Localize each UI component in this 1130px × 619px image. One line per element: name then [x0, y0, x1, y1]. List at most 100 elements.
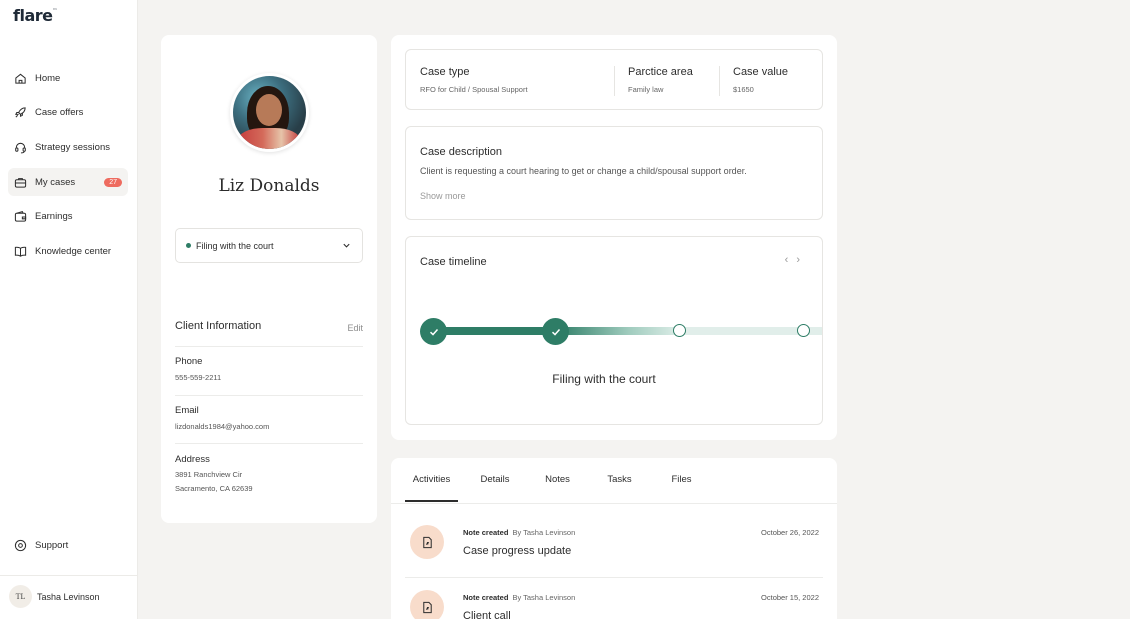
support-icon — [13, 538, 27, 552]
timeline-step-pending[interactable] — [673, 324, 686, 337]
cases-count-badge: 27 — [104, 177, 122, 187]
timeline-step-pending[interactable] — [797, 324, 810, 337]
case-description-title: Case description — [420, 146, 502, 158]
client-name: Liz Donalds — [218, 176, 320, 196]
edit-client-info-link[interactable]: Edit — [347, 323, 363, 333]
tab-details[interactable]: Details — [458, 474, 532, 485]
divider — [0, 575, 137, 576]
timeline-progress-done — [434, 327, 556, 335]
user-profile[interactable]: TL Tasha Levinson — [9, 585, 100, 608]
sidebar-item-knowledge-center[interactable]: Knowledge center — [8, 237, 128, 265]
support-label: Support — [35, 539, 69, 551]
sidebar-item-label: My cases — [35, 176, 76, 188]
divider — [719, 66, 720, 96]
case-description-text: Client is requesting a court hearing to … — [420, 166, 747, 176]
check-icon — [429, 328, 438, 336]
activity-title: Case progress update — [463, 545, 572, 557]
timeline-progress-current — [556, 327, 676, 335]
client-photo — [230, 73, 309, 152]
activity-date: October 26, 2022 — [761, 528, 819, 537]
activity-author: By Tasha Levinson — [512, 593, 576, 602]
case-timeline-box: Case timeline ‹› Filing with the court — [405, 236, 823, 425]
email-label: Email — [175, 405, 199, 416]
activity-kind: Note created By Tasha Levinson — [463, 528, 575, 537]
active-tab-indicator — [405, 500, 458, 502]
activity-author: By Tasha Levinson — [512, 528, 576, 537]
case-meta-box: Case type RFO for Child / Spousal Suppor… — [405, 49, 823, 110]
client-info-title: Client Information — [175, 320, 262, 332]
phone-label: Phone — [175, 356, 203, 367]
sidebar-item-label: Home — [35, 72, 61, 84]
sidebar-item-label: Knowledge center — [35, 245, 112, 257]
logo-text: flare — [13, 6, 53, 25]
email-value: lizdonalds1984@yahoo.com — [175, 422, 270, 431]
tab-notes[interactable]: Notes — [532, 474, 583, 485]
divider — [175, 395, 363, 396]
address-line-2: Sacramento, CA 62639 — [175, 484, 253, 493]
activity-kind-label: Note created — [463, 593, 509, 602]
avatar: TL — [9, 585, 32, 608]
sidebar-item-earnings[interactable]: Earnings — [8, 203, 128, 231]
list-item[interactable]: Note created By Tasha Levinson Client cal… — [405, 582, 823, 619]
practice-area-value: Family law — [628, 85, 664, 94]
check-icon — [551, 328, 560, 336]
logo-tm: ™ — [52, 8, 57, 14]
book-icon — [13, 244, 27, 258]
show-more-link[interactable]: Show more — [420, 191, 466, 201]
divider — [391, 503, 837, 504]
note-icon — [410, 525, 444, 559]
case-value: Case value $1650 — [733, 66, 788, 94]
address-line-1: 3891 Ranchview Cir — [175, 470, 243, 479]
headset-icon — [13, 140, 27, 154]
chevron-down-icon — [343, 243, 350, 248]
timeline-nav: ‹› — [785, 254, 808, 266]
case-status-value: Filing with the court — [196, 240, 274, 251]
flare-logo[interactable]: flare™ — [13, 6, 57, 25]
note-icon — [410, 590, 444, 619]
status-dot — [186, 243, 191, 248]
case-description-box: Case description Client is requesting a … — [405, 126, 823, 220]
sidebar-item-support[interactable]: Support — [13, 538, 68, 552]
chevron-right-icon[interactable]: › — [796, 254, 808, 266]
practice-area-label: Parctice area — [628, 66, 693, 78]
address-label: Address — [175, 454, 210, 465]
sidebar-item-strategy-sessions[interactable]: Strategy sessions — [8, 133, 128, 161]
tab-activities[interactable]: Activities — [405, 474, 458, 485]
wallet-icon — [13, 210, 27, 224]
divider — [175, 346, 363, 347]
sidebar-item-label: Strategy sessions — [35, 141, 110, 153]
sidebar-item-case-offers[interactable]: Case offers — [8, 99, 128, 127]
tab-files[interactable]: Files — [656, 474, 707, 485]
home-icon — [13, 71, 27, 85]
case-value-amount: $1650 — [733, 85, 754, 94]
phone-value: 555-559-2211 — [175, 373, 222, 382]
chevron-left-icon[interactable]: ‹ — [785, 254, 797, 266]
case-timeline-title: Case timeline — [420, 256, 487, 268]
list-item[interactable]: Note created By Tasha Levinson Case progr… — [405, 517, 823, 579]
rocket-icon — [13, 106, 27, 120]
sidebar: flare™ Home Case offers Strategy session… — [0, 0, 138, 619]
sidebar-item-my-cases[interactable]: My cases 27 — [8, 168, 128, 197]
activity-card: Activities Details Notes Tasks Files Not… — [391, 458, 837, 619]
photo-shirt — [238, 128, 300, 149]
divider — [175, 443, 363, 444]
case-type-value: RFO for Child / Spousal Support — [420, 85, 528, 94]
sidebar-item-home[interactable]: Home — [8, 64, 128, 92]
case-status-dropdown[interactable]: Filing with the court — [175, 228, 363, 263]
timeline-step-completed[interactable] — [420, 318, 447, 345]
divider — [614, 66, 615, 96]
activity-tabs: Activities Details Notes Tasks Files — [405, 474, 707, 485]
sidebar-item-label: Earnings — [35, 211, 73, 223]
activity-title: Client call — [463, 610, 511, 619]
briefcase-icon — [13, 175, 27, 189]
photo-face — [256, 94, 282, 126]
client-photo-image — [233, 76, 306, 149]
timeline-step-completed[interactable] — [542, 318, 569, 345]
tab-tasks[interactable]: Tasks — [583, 474, 656, 485]
case-details-card: Case type RFO for Child / Spousal Suppor… — [391, 35, 837, 440]
client-profile-card: Liz Donalds Filing with the court Client… — [161, 35, 377, 523]
sidebar-nav: Home Case offers Strategy sessions My ca… — [8, 64, 128, 272]
activity-kind: Note created By Tasha Levinson — [463, 593, 575, 602]
sidebar-item-label: Case offers — [35, 107, 84, 119]
divider — [405, 577, 823, 578]
